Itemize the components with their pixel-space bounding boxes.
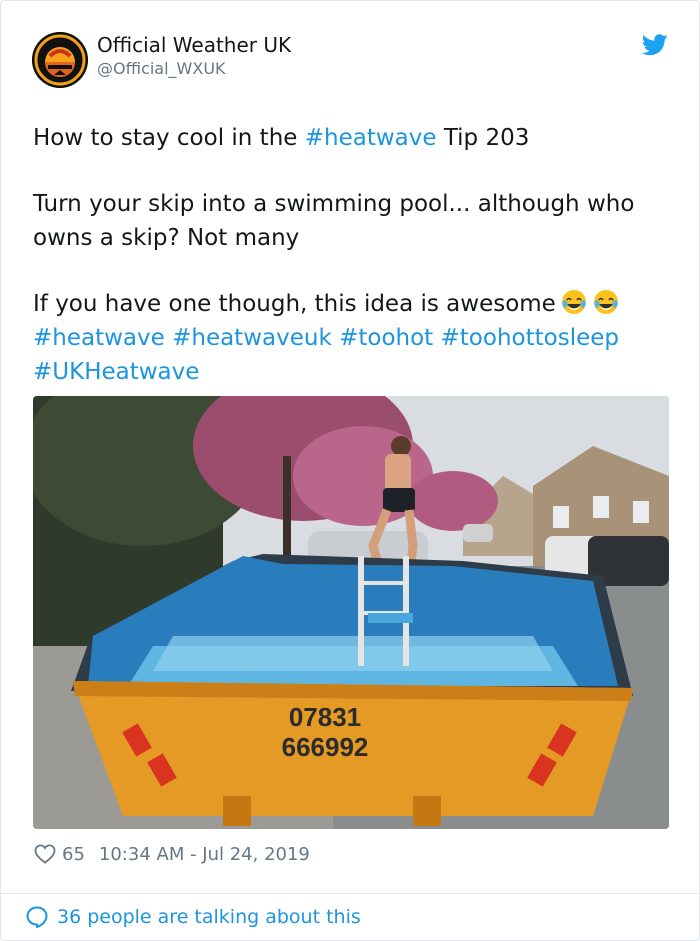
- heart-icon[interactable]: [34, 844, 56, 864]
- tweet-line-1: How to stay cool in the #heatwave Tip 20…: [33, 121, 673, 155]
- author-handle[interactable]: @Official_WXUK: [97, 59, 226, 78]
- divider: [1, 893, 699, 894]
- tweet-paragraph-3: If you have one though, this idea is awe…: [33, 287, 673, 389]
- hashtag-link[interactable]: #heatwave: [33, 325, 165, 351]
- tweet-card: Official Weather UK @Official_WXUK How t…: [0, 0, 700, 941]
- hashtag-link[interactable]: #heatwaveuk: [172, 325, 332, 351]
- tweet-timestamp[interactable]: 10:34 AM - Jul 24, 2019: [99, 844, 310, 865]
- conversation-count-label[interactable]: 36 people are talking about this: [57, 906, 361, 928]
- tears-of-joy-emoji-icon: [561, 290, 586, 314]
- tweet-paragraph-2: Turn your skip into a swimming pool... a…: [33, 191, 635, 251]
- skip-number-line1: 07831: [289, 702, 361, 732]
- tweet-photo[interactable]: 07831 666992: [33, 396, 669, 829]
- skip-pool-photo: 07831 666992: [33, 396, 669, 829]
- hashtag-link[interactable]: #UKHeatwave: [33, 359, 199, 385]
- text-segment: If you have one though, this idea is awe…: [33, 291, 556, 317]
- hashtag-link[interactable]: #heatwave: [305, 125, 437, 151]
- text-segment: How to stay cool in the: [33, 125, 305, 151]
- like-count[interactable]: 65: [62, 844, 85, 865]
- author-name[interactable]: Official Weather UK: [97, 33, 291, 57]
- skip-number-line2: 666992: [282, 732, 369, 762]
- hashtag-link[interactable]: #toohot: [339, 325, 433, 351]
- twitter-bird-icon[interactable]: [642, 34, 668, 56]
- tweet-text: How to stay cool in the #heatwave Tip 20…: [33, 121, 673, 389]
- hashtag-link[interactable]: #toohottosleep: [441, 325, 619, 351]
- speech-bubble-icon: [26, 906, 48, 928]
- tears-of-joy-emoji-icon: [593, 290, 618, 314]
- text-segment: Tip 203: [436, 125, 530, 151]
- weather-logo-icon: [32, 32, 88, 88]
- author-avatar[interactable]: [32, 32, 88, 88]
- tweet-meta: 65 10:34 AM - Jul 24, 2019: [34, 841, 310, 867]
- conversation-link[interactable]: 36 people are talking about this: [25, 903, 361, 931]
